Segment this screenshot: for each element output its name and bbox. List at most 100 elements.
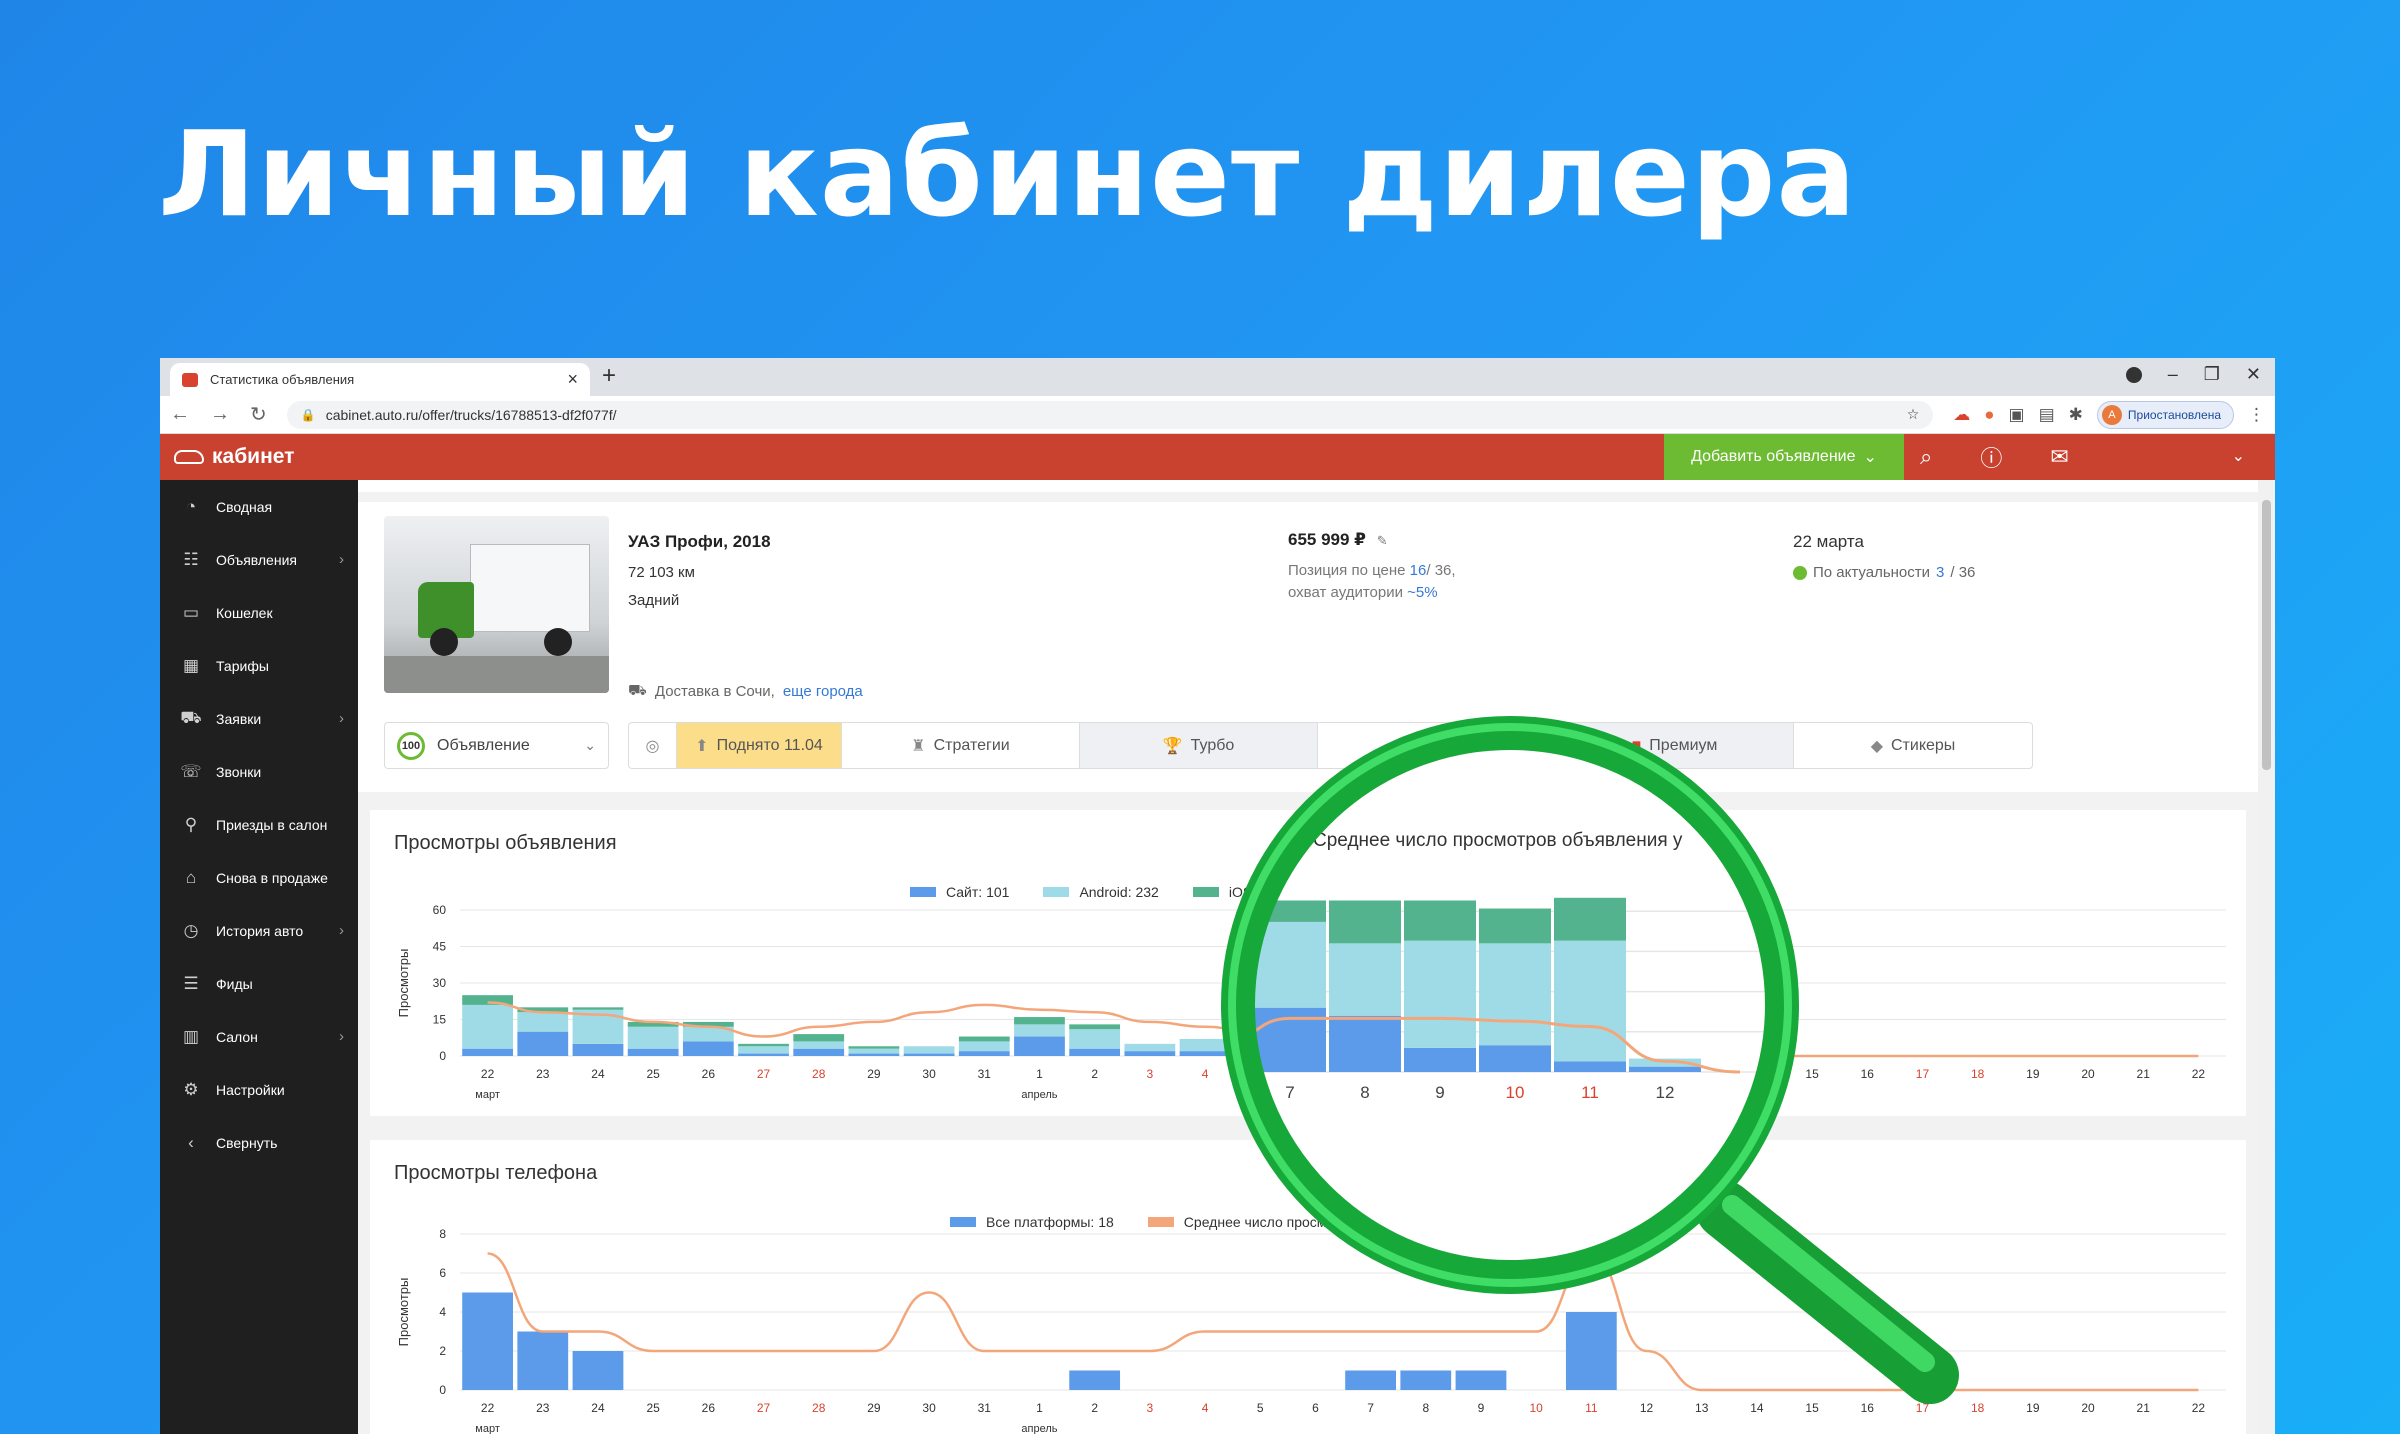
- bar-segment: [1510, 1031, 1562, 1056]
- x-tick-label: 28: [812, 1067, 826, 1081]
- bar-segment: [627, 1048, 679, 1056]
- address-bar: ← → ↻ 🔒 cabinet.auto.ru/offer/trucks/167…: [160, 396, 2275, 434]
- actuality-value[interactable]: 3: [1936, 564, 1944, 581]
- linkedin-extension-icon[interactable]: ▤: [2039, 405, 2055, 425]
- bar-segment: [1345, 919, 1396, 998]
- delivery-text: Доставка в Сочи,: [654, 683, 775, 700]
- sidebar-item-3[interactable]: ▦ Тарифы: [160, 639, 358, 692]
- bar-segment: [1455, 936, 1507, 1035]
- sidebar-item-8[interactable]: ◷ История авто ›: [160, 904, 358, 957]
- search-icon[interactable]: ⌕: [1920, 444, 1932, 470]
- sidebar-item-1[interactable]: ☷ Объявления ›: [160, 533, 358, 586]
- x-tick-label: 21: [2137, 1401, 2151, 1415]
- sidebar-item-4[interactable]: ⛟ Заявки ›: [160, 692, 358, 745]
- help-icon[interactable]: ⓘ: [1980, 441, 2002, 473]
- restore-icon[interactable]: ❐: [2204, 364, 2220, 385]
- browser-menu-icon[interactable]: ⋮: [2248, 405, 2265, 425]
- actuality-up-icon: [1793, 565, 1807, 580]
- close-window-icon[interactable]: ✕: [2246, 364, 2261, 385]
- cloud-extension-icon[interactable]: ☁: [1953, 405, 1970, 425]
- screenshot-extension-icon[interactable]: ▣: [2009, 405, 2025, 425]
- more-cities-link[interactable]: еще города: [783, 683, 863, 700]
- avatar: A: [2101, 404, 2122, 425]
- y-tick-label: 45: [433, 940, 447, 954]
- tab-active[interactable]: Статистика объявления ×: [170, 363, 590, 396]
- position-label: Позиция по цене: [1288, 562, 1406, 579]
- service-4[interactable]: [1318, 723, 1556, 768]
- bar-segment: [1069, 1029, 1121, 1049]
- service-5[interactable]: ■ Премиум: [1556, 723, 1794, 768]
- profile-menu-icon[interactable]: [2125, 366, 2142, 383]
- reach-value[interactable]: ~5%: [1407, 584, 1437, 601]
- car-photo[interactable]: [384, 516, 609, 693]
- tab-bar: Статистика объявления × + – ❐ ✕: [160, 358, 2275, 396]
- bar-segment: [1510, 939, 1562, 1032]
- bar-segment: [1400, 900, 1452, 940]
- tab-close-icon[interactable]: ×: [567, 369, 578, 390]
- x-tick-label: 11: [1585, 1401, 1598, 1415]
- chat-icon[interactable]: ✉: [2050, 444, 2068, 470]
- top-strip: [358, 480, 2258, 492]
- url-field[interactable]: 🔒 cabinet.auto.ru/offer/trucks/16788513-…: [286, 400, 1934, 429]
- sidebar-item-12[interactable]: ‹ Свернуть: [160, 1116, 358, 1169]
- offer-title[interactable]: УАЗ Профи, 2018: [628, 532, 771, 552]
- bookmark-star-icon[interactable]: ☆: [1907, 406, 1920, 423]
- x-tick-label: 29: [867, 1067, 881, 1081]
- service-3[interactable]: 🏆 Турбо: [1080, 723, 1318, 768]
- x-tick-label: 7: [1367, 1067, 1374, 1081]
- sidebar-item-10[interactable]: ▥ Салон ›: [160, 1010, 358, 1063]
- offer-status-select[interactable]: 100 Объявление ⌄: [384, 722, 609, 769]
- hero-title: Личный кабинет дилера: [158, 105, 1858, 243]
- back-icon[interactable]: ←: [170, 403, 190, 426]
- dashboard-icon: ◔: [185, 496, 197, 516]
- edit-price-icon[interactable]: ✎: [1377, 533, 1388, 548]
- sidebar-item-11[interactable]: ⚙ Настройки: [160, 1063, 358, 1116]
- service-0[interactable]: ◎: [629, 723, 677, 768]
- scrollbar-thumb[interactable]: [2262, 500, 2271, 770]
- y-tick-label: 8: [439, 1227, 446, 1241]
- new-tab-icon[interactable]: +: [602, 362, 616, 390]
- bar-segment: [958, 1051, 1010, 1056]
- minimize-icon[interactable]: –: [2168, 364, 2178, 385]
- sidebar-item-0[interactable]: ◔ Сводная: [160, 480, 358, 533]
- extension-b-icon[interactable]: ●: [1984, 405, 1994, 425]
- add-listing-button[interactable]: Добавить объявление ⌄: [1664, 434, 1904, 480]
- x-tick-label: 25: [646, 1067, 660, 1081]
- sidebar-item-9[interactable]: ☰ Фиды: [160, 957, 358, 1010]
- bar-segment: [1124, 1051, 1176, 1056]
- price-value: 655 999 ₽: [1288, 530, 1367, 549]
- offer-mileage: 72 103 км: [628, 564, 695, 581]
- bar-segment: [517, 1331, 569, 1390]
- x-tick-label: 3: [1147, 1401, 1154, 1415]
- service-6[interactable]: ◆ Стикеры: [1794, 723, 2032, 768]
- position-value[interactable]: 16: [1410, 562, 1427, 579]
- x-tick-label: 10: [1529, 1401, 1543, 1415]
- month-label: март: [475, 1423, 500, 1434]
- sidebar-item-5[interactable]: ☏ Звонки: [160, 745, 358, 798]
- x-tick-label: 6: [1312, 1401, 1319, 1415]
- account-chevron-icon[interactable]: ⌄: [2232, 446, 2245, 466]
- service-1[interactable]: ⬆ Поднято 11.04: [677, 723, 842, 768]
- x-tick-label: 22: [481, 1067, 495, 1081]
- x-tick-label: 22: [481, 1401, 495, 1415]
- sidebar-item-label: Звонки: [216, 763, 262, 780]
- views-panel: Просмотры объявления Сайт: 101 Android: 2…: [370, 810, 2246, 1116]
- sidebar-item-label: Настройки: [216, 1081, 285, 1098]
- puzzle-extension-icon[interactable]: ✱: [2069, 405, 2083, 425]
- forward-icon[interactable]: →: [210, 403, 230, 426]
- profile-paused-button[interactable]: A Приостановлена: [2096, 400, 2234, 429]
- logo[interactable]: кабинет: [160, 445, 294, 469]
- select-label: Объявление: [437, 736, 530, 754]
- x-tick-label: 5: [1257, 1401, 1264, 1415]
- reload-icon[interactable]: ↻: [250, 402, 267, 427]
- sidebar-item-7[interactable]: ⌂ Снова в продаже: [160, 851, 358, 904]
- scrollbar[interactable]: [2258, 480, 2275, 1434]
- sidebar-item-6[interactable]: ⚲ Приезды в салон: [160, 798, 358, 851]
- service-2[interactable]: ♜ Стратегии: [842, 723, 1080, 768]
- quality-badge: 100: [397, 731, 425, 760]
- bar-segment: [1400, 1370, 1452, 1390]
- chevron-down-icon: ⌄: [1863, 449, 1877, 466]
- bar-segment: [572, 1351, 624, 1390]
- offer-actuality: По актуальности 3 / 36: [1793, 564, 1975, 581]
- sidebar-item-2[interactable]: ▭ Кошелек: [160, 586, 358, 639]
